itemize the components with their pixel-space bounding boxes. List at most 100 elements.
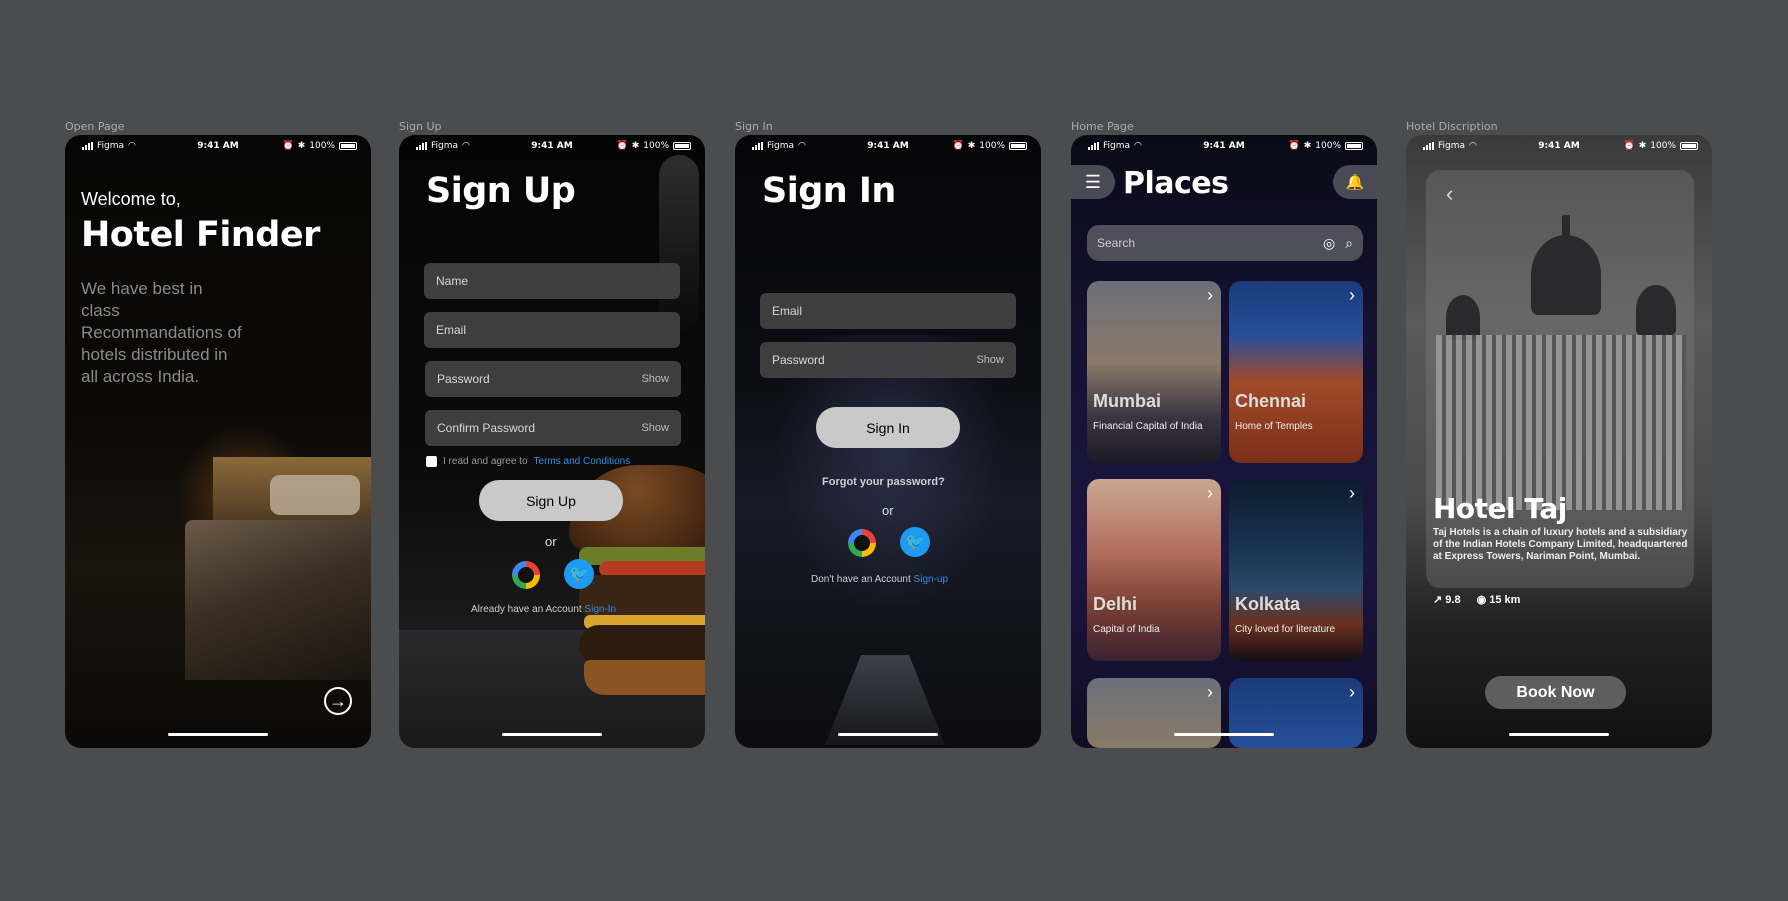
signin-title: Sign In <box>762 171 896 211</box>
back-chevron-icon[interactable]: ‹ <box>1446 181 1453 207</box>
signup-link[interactable]: Sign-up <box>914 574 948 585</box>
name-field[interactable]: Name <box>424 263 680 299</box>
battery-label: 100% <box>1650 141 1676 151</box>
frame-label-open: Open Page <box>65 120 125 133</box>
no-account-text: Don't have an Account <box>811 574 911 585</box>
bluetooth-icon: ✱ <box>967 141 976 151</box>
status-bar: Figma ◠ 9:41 AM ⏰ ✱ 100% <box>65 141 371 155</box>
location-target-icon[interactable]: ◎ <box>1323 235 1335 252</box>
home-indicator[interactable] <box>168 733 268 736</box>
password-placeholder: Password <box>772 353 825 367</box>
home-indicator[interactable] <box>1509 733 1609 736</box>
agree-text: I read and agree to <box>443 456 528 467</box>
google-icon[interactable] <box>512 561 540 589</box>
confirm-password-field[interactable]: Confirm Password Show <box>425 410 681 446</box>
twitter-icon[interactable]: 🐦 <box>900 527 930 557</box>
place-card-mumbai[interactable]: › Mumbai Financial Capital of India <box>1087 281 1221 463</box>
bluetooth-icon: ✱ <box>1303 141 1312 151</box>
hotel-screen: Figma ◠ 9:41 AM ⏰ ✱ 100% ‹ Hotel Taj Taj Ho… <box>1406 135 1712 748</box>
chevron-right-icon: › <box>1207 483 1213 503</box>
show-password-toggle[interactable]: Show <box>976 354 1004 366</box>
book-now-button[interactable]: Book Now <box>1485 676 1626 709</box>
show-password-toggle[interactable]: Show <box>641 373 669 385</box>
place-card-partial[interactable]: › <box>1229 678 1363 748</box>
status-bar: Figma ◠ 9:41 AM ⏰ ✱ 100% <box>1406 141 1712 155</box>
email-field[interactable]: Email <box>760 293 1016 329</box>
signin-screen: Figma ◠ 9:41 AM ⏰ ✱ 100% Sign In Email Pass… <box>735 135 1041 748</box>
home-indicator[interactable] <box>502 733 602 736</box>
place-name: Kolkata <box>1235 594 1301 614</box>
battery-label: 100% <box>309 141 335 151</box>
google-icon[interactable] <box>848 529 876 557</box>
chevron-right-icon: › <box>1207 682 1213 702</box>
frame-label-signin: Sign In <box>735 120 773 133</box>
smoke-image <box>659 155 699 335</box>
alarm-icon: ⏰ <box>952 141 964 151</box>
distance-value: 15 km <box>1489 594 1521 606</box>
notifications-button[interactable]: 🔔 <box>1333 165 1377 199</box>
bluetooth-icon: ✱ <box>1638 141 1647 151</box>
password-field[interactable]: Password Show <box>760 342 1016 378</box>
or-divider: or <box>882 503 894 518</box>
signin-link[interactable]: Sign-In <box>584 604 616 615</box>
hotel-image <box>1436 215 1686 510</box>
password-field[interactable]: Password Show <box>425 361 681 397</box>
hotel-description: Taj Hotels is a chain of luxury hotels a… <box>1433 527 1688 562</box>
twitter-icon[interactable]: 🐦 <box>564 559 594 589</box>
alarm-icon: ⏰ <box>282 141 294 151</box>
email-placeholder: Email <box>772 304 803 318</box>
show-confirm-toggle[interactable]: Show <box>641 422 669 434</box>
arrow-right-icon: → <box>329 690 347 711</box>
name-placeholder: Name <box>436 274 469 288</box>
next-arrow-button[interactable]: → <box>324 687 352 715</box>
home-indicator[interactable] <box>838 733 938 736</box>
terms-link[interactable]: Terms and Conditions <box>534 456 631 467</box>
app-title: Hotel Finder <box>81 215 320 255</box>
pillow <box>270 475 360 515</box>
battery-label: 100% <box>643 141 669 151</box>
welcome-text: Welcome to, <box>81 189 181 209</box>
battery-icon <box>1345 142 1363 150</box>
or-divider: or <box>545 534 557 549</box>
place-card-partial[interactable]: › <box>1087 678 1221 748</box>
bed-image <box>185 520 371 680</box>
open-page-screen: Figma ◠ 9:41 AM ⏰ ✱ 100% Welcome to, Hotel … <box>65 135 371 748</box>
battery-label: 100% <box>1315 141 1341 151</box>
battery-label: 100% <box>979 141 1005 151</box>
frame-label-hotel: Hotel Discription <box>1406 120 1498 133</box>
chevron-right-icon: › <box>1349 682 1355 702</box>
battery-icon <box>1009 142 1027 150</box>
search-icon[interactable]: ⌕ <box>1345 235 1353 252</box>
already-account-text: Already have an Account <box>471 604 582 615</box>
frame-label-home: Home Page <box>1071 120 1134 133</box>
menu-button[interactable]: ☰ <box>1071 165 1115 199</box>
location-pin-icon: ◉ <box>1476 594 1490 606</box>
place-subtitle: Capital of India <box>1093 624 1160 635</box>
email-placeholder: Email <box>436 323 467 337</box>
search-placeholder: Search <box>1097 236 1136 250</box>
place-card-delhi[interactable]: › Delhi Capital of India <box>1087 479 1221 661</box>
signup-title: Sign Up <box>426 171 576 211</box>
terms-row: I read and agree to Terms and Conditions <box>426 456 630 467</box>
place-card-kolkata[interactable]: › Kolkata City loved for literature <box>1229 479 1363 661</box>
already-account-row: Already have an Account Sign-In <box>471 604 616 615</box>
status-bar: Figma ◠ 9:41 AM ⏰ ✱ 100% <box>399 141 705 155</box>
terms-checkbox[interactable] <box>426 456 437 467</box>
email-field[interactable]: Email <box>424 312 680 348</box>
trending-up-icon: ↗ <box>1433 594 1446 606</box>
battery-icon <box>339 142 357 150</box>
password-placeholder: Password <box>437 372 490 386</box>
place-name: Mumbai <box>1093 391 1162 411</box>
rating-value: 9.8 <box>1445 594 1461 606</box>
hotel-name: Hotel Taj <box>1433 492 1567 525</box>
place-card-chennai[interactable]: › Chennai Home of Temples <box>1229 281 1363 463</box>
home-indicator[interactable] <box>1174 733 1274 736</box>
chevron-right-icon: › <box>1207 285 1213 305</box>
signup-button[interactable]: Sign Up <box>479 480 623 521</box>
search-bar[interactable]: Search ◎ ⌕ <box>1087 225 1363 261</box>
signin-button[interactable]: Sign In <box>816 407 960 448</box>
forgot-password-link[interactable]: Forgot your password? <box>822 476 945 488</box>
battery-icon <box>1680 142 1698 150</box>
status-bar: Figma ◠ 9:41 AM ⏰ ✱ 100% <box>735 141 1041 155</box>
alarm-icon: ⏰ <box>616 141 628 151</box>
